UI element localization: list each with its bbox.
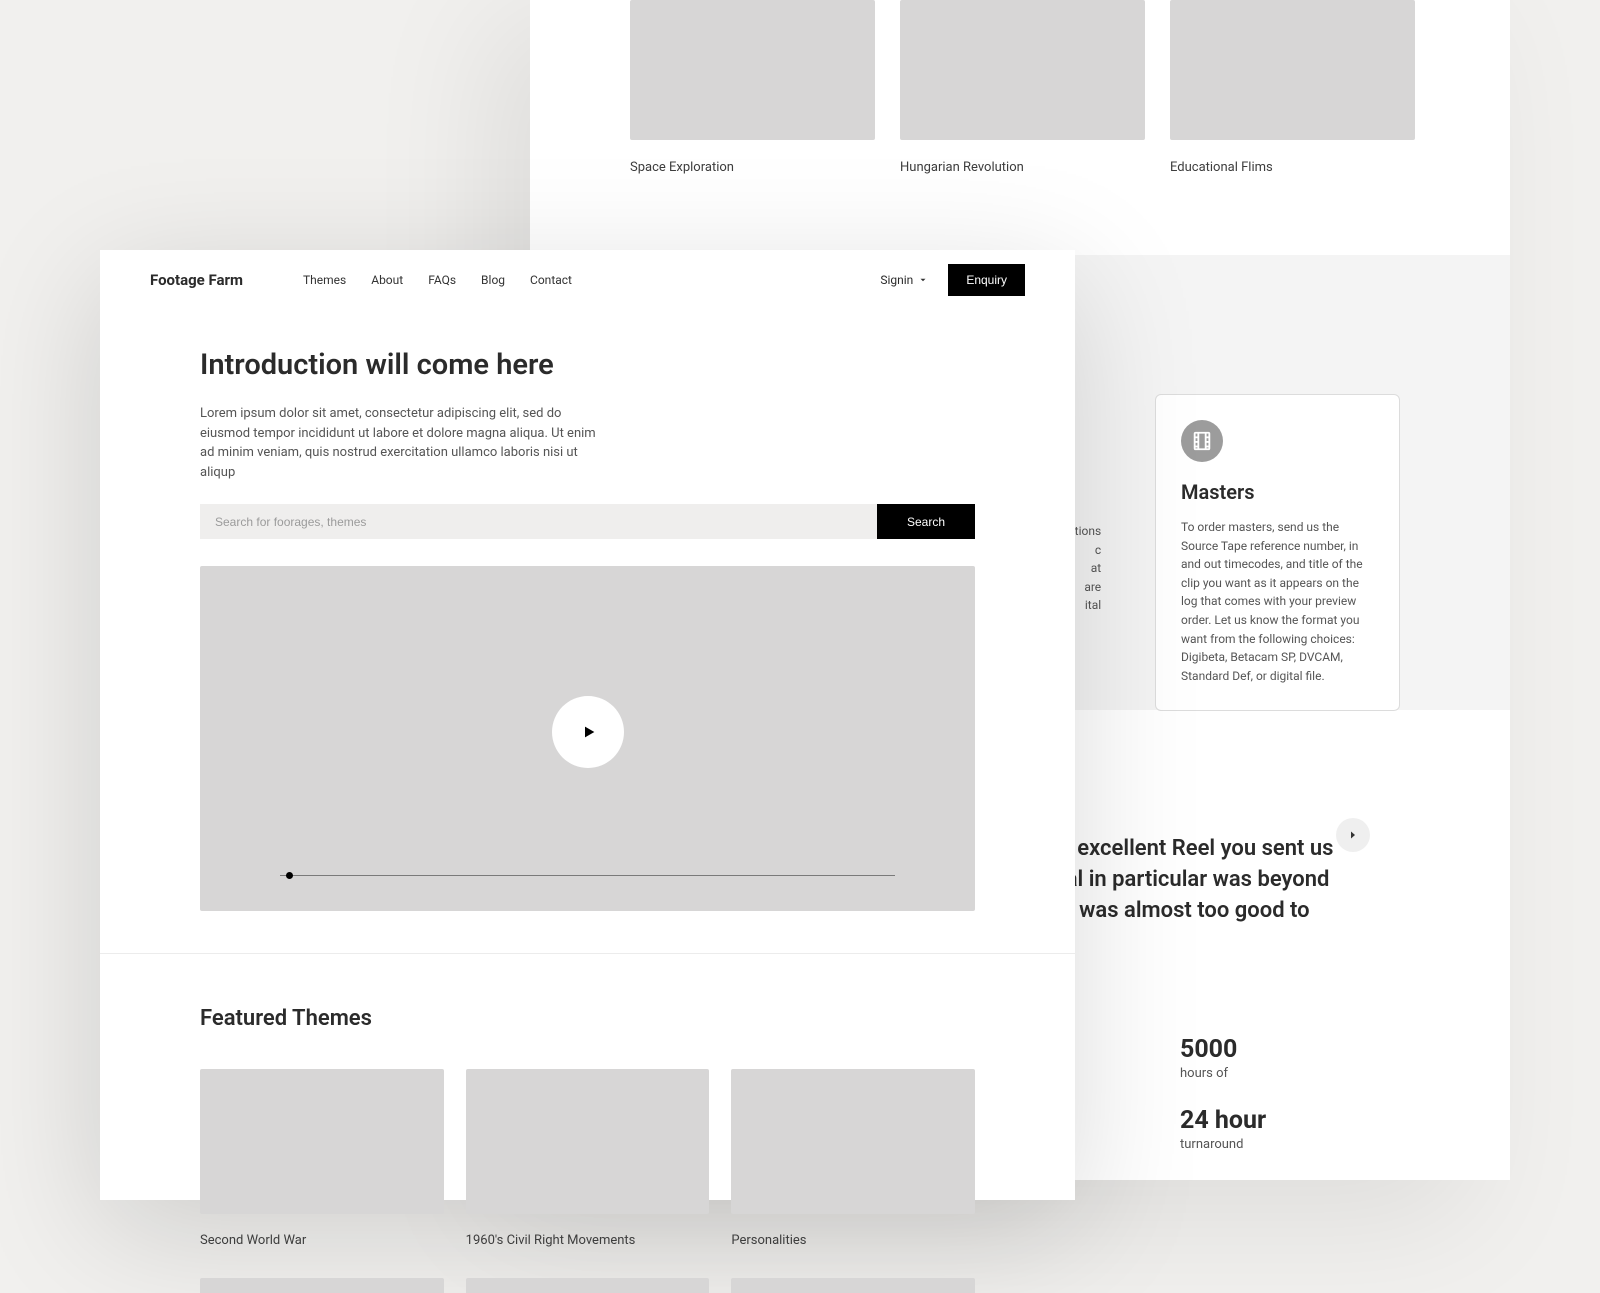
theme-label: Space Exploration xyxy=(630,160,875,175)
chevron-down-icon xyxy=(918,275,928,285)
front-page: Footage Farm Themes About FAQs Blog Cont… xyxy=(100,250,1075,1200)
featured-label: Second World War xyxy=(200,1233,444,1248)
scrub-handle[interactable] xyxy=(286,872,293,879)
masters-body: To order masters, send us the Source Tap… xyxy=(1181,518,1374,685)
nav-link-blog[interactable]: Blog xyxy=(481,273,505,287)
featured-thumbnail xyxy=(200,1069,444,1214)
masters-card: Masters To order masters, send us the So… xyxy=(1155,394,1400,711)
stat-value: 5000 xyxy=(1180,1035,1266,1064)
navbar: Footage Farm Themes About FAQs Blog Cont… xyxy=(100,250,1075,310)
featured-section: Featured Themes Second World War 1960's … xyxy=(100,954,1075,1293)
featured-label: 1960's Civil Right Movements xyxy=(466,1233,710,1248)
theme-card[interactable]: Space Exploration xyxy=(630,0,875,175)
search-row: Search xyxy=(200,504,975,539)
stat-label: turnaround xyxy=(1180,1137,1266,1152)
stats-column: 5000 hours of 24 hour turnaround xyxy=(1180,1035,1266,1152)
testimonial-body: e excellent Reel you sent us ial in part… xyxy=(1060,834,1333,926)
stat-item: 24 hour turnaround xyxy=(1180,1106,1266,1152)
nav-link-about[interactable]: About xyxy=(371,273,403,287)
film-icon xyxy=(1181,420,1223,462)
enquiry-button[interactable]: Enquiry xyxy=(948,264,1025,296)
featured-card[interactable]: Personalities xyxy=(731,1069,975,1248)
back-themes-section: Space Exploration Hungarian Revolution E… xyxy=(530,0,1510,175)
video-player[interactable] xyxy=(200,566,975,911)
theme-card[interactable]: Hungarian Revolution xyxy=(900,0,1145,175)
stat-value: 24 hour xyxy=(1180,1106,1266,1135)
intro-body: Lorem ipsum dolor sit amet, consectetur … xyxy=(200,404,610,482)
featured-card[interactable]: 1960's Civil Right Movements xyxy=(466,1069,710,1248)
search-button[interactable]: Search xyxy=(877,504,975,539)
theme-card[interactable]: Educational Flims xyxy=(1170,0,1415,175)
play-button[interactable] xyxy=(552,696,624,768)
featured-thumbnail xyxy=(731,1069,975,1214)
masters-title: Masters xyxy=(1181,480,1374,504)
featured-card[interactable]: Second World War xyxy=(200,1069,444,1248)
featured-thumbnail xyxy=(466,1069,710,1214)
nav-link-themes[interactable]: Themes xyxy=(303,273,346,287)
stat-item: 5000 hours of xyxy=(1180,1035,1266,1081)
featured-thumbnail[interactable] xyxy=(466,1278,710,1293)
featured-label: Personalities xyxy=(731,1233,975,1248)
search-input[interactable] xyxy=(200,504,877,539)
theme-thumbnail xyxy=(630,0,875,140)
nav-link-faqs[interactable]: FAQs xyxy=(428,273,456,287)
next-arrow-button[interactable] xyxy=(1336,818,1370,852)
theme-thumbnail xyxy=(1170,0,1415,140)
theme-thumbnail xyxy=(900,0,1145,140)
nav-link-contact[interactable]: Contact xyxy=(530,273,572,287)
nav-links: Themes About FAQs Blog Contact xyxy=(303,273,572,287)
brand-logo[interactable]: Footage Farm xyxy=(150,271,243,289)
theme-label: Educational Flims xyxy=(1170,160,1415,175)
featured-title: Featured Themes xyxy=(200,1006,975,1031)
theme-label: Hungarian Revolution xyxy=(900,160,1145,175)
signin-label: Signin xyxy=(880,273,913,287)
featured-thumbnail[interactable] xyxy=(200,1278,444,1293)
stat-label: hours of xyxy=(1180,1066,1266,1081)
play-icon xyxy=(581,724,597,740)
featured-thumbnail[interactable] xyxy=(731,1278,975,1293)
intro-section: Introduction will come here Lorem ipsum … xyxy=(100,310,1075,539)
scrub-bar[interactable] xyxy=(280,875,895,876)
intro-title: Introduction will come here xyxy=(200,348,975,382)
signin-dropdown[interactable]: Signin xyxy=(880,273,928,287)
testimonial-prefix: s: xyxy=(1060,800,1333,816)
